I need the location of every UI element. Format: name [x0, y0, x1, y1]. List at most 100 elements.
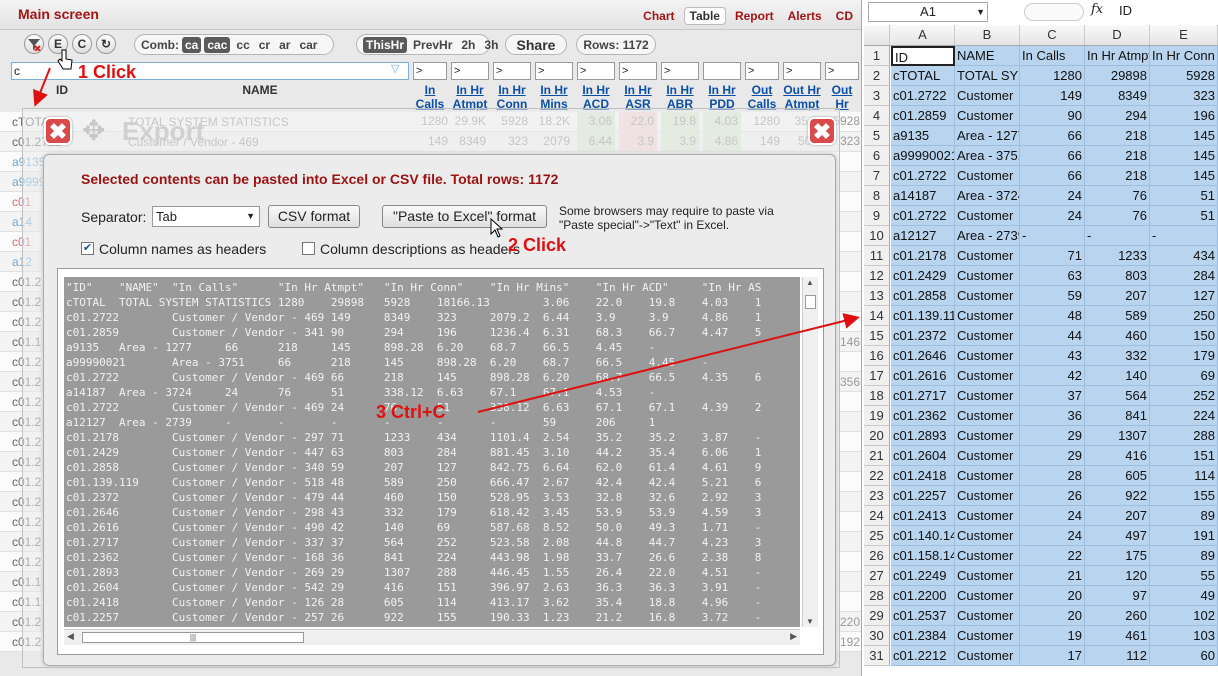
coldesc-checkbox[interactable]: [302, 242, 315, 255]
excel-cell[interactable]: c01.2178: [891, 246, 955, 266]
excel-cell[interactable]: 207: [1085, 506, 1150, 526]
excel-cell[interactable]: In Calls: [1020, 46, 1085, 66]
excel-cell[interactable]: 175: [1085, 546, 1150, 566]
excel-cell[interactable]: 66: [1020, 146, 1085, 166]
excel-cell[interactable]: 22: [1020, 546, 1085, 566]
scroll-right-icon[interactable]: ▶: [790, 631, 797, 642]
nav-cd[interactable]: CD: [831, 8, 858, 24]
excel-column-header[interactable]: A: [891, 25, 955, 45]
excel-cell[interactable]: c01.2429: [891, 266, 955, 286]
excel-row-number[interactable]: 11: [864, 246, 890, 266]
filter-op-out-calls[interactable]: >: [745, 62, 779, 80]
filter-op-in-hr-pdd[interactable]: [703, 62, 741, 80]
excel-row-number[interactable]: 17: [864, 366, 890, 386]
excel-cell[interactable]: Customer: [955, 506, 1020, 526]
excel-cell[interactable]: 89: [1150, 506, 1218, 526]
col-header-name[interactable]: NAME: [200, 83, 320, 97]
function-icon[interactable]: fx: [1091, 2, 1103, 17]
excel-cell[interactable]: 29: [1020, 426, 1085, 446]
excel-cell[interactable]: Customer: [955, 626, 1020, 646]
excel-cell[interactable]: 51: [1150, 186, 1218, 206]
excel-row-number[interactable]: 29: [864, 606, 890, 626]
excel-cell[interactable]: 24: [1020, 506, 1085, 526]
excel-cell[interactable]: 63: [1020, 266, 1085, 286]
excel-row-number[interactable]: 20: [864, 426, 890, 446]
excel-cell[interactable]: Area - 2739: [955, 226, 1020, 246]
excel-cell[interactable]: 20: [1020, 586, 1085, 606]
excel-cell[interactable]: In Hr Conn: [1150, 46, 1218, 66]
excel-cell[interactable]: 1233: [1085, 246, 1150, 266]
col-header-metric[interactable]: In Hr ABR: [661, 83, 699, 111]
excel-cell[interactable]: 29898: [1085, 66, 1150, 86]
excel-cell[interactable]: 48: [1020, 306, 1085, 326]
excel-cell[interactable]: Customer: [955, 526, 1020, 546]
excel-cell[interactable]: Customer: [955, 386, 1020, 406]
excel-cell[interactable]: c01.2372: [891, 326, 955, 346]
excel-row-number[interactable]: 10: [864, 226, 890, 246]
excel-cell[interactable]: c01.2722: [891, 166, 955, 186]
excel-cell[interactable]: 89: [1150, 546, 1218, 566]
col-header-metric[interactable]: In Hr ASR: [619, 83, 657, 111]
excel-cell[interactable]: Customer: [955, 466, 1020, 486]
comb-chip-cr[interactable]: cr: [256, 37, 273, 53]
export-textarea[interactable]: "ID" "NAME" "In Calls" "In Hr Atmpt" "In…: [64, 277, 800, 627]
excel-cell[interactable]: 434: [1150, 246, 1218, 266]
excel-cell[interactable]: ID: [891, 46, 955, 66]
excel-row-number[interactable]: 3: [864, 86, 890, 106]
excel-cell[interactable]: 803: [1085, 266, 1150, 286]
excel-row-number[interactable]: 16: [864, 346, 890, 366]
excel-cell[interactable]: Area - 3751: [955, 146, 1020, 166]
excel-row-number[interactable]: 7: [864, 166, 890, 186]
excel-cell[interactable]: a14187: [891, 186, 955, 206]
excel-row-number[interactable]: 9: [864, 206, 890, 226]
excel-cell[interactable]: Customer: [955, 446, 1020, 466]
excel-cell[interactable]: 332: [1085, 346, 1150, 366]
excel-row-number[interactable]: 27: [864, 566, 890, 586]
excel-cell[interactable]: c01.2249: [891, 566, 955, 586]
excel-cell[interactable]: 5928: [1150, 66, 1218, 86]
excel-cell[interactable]: 288: [1150, 426, 1218, 446]
excel-cell[interactable]: 191: [1150, 526, 1218, 546]
excel-row-number[interactable]: 4: [864, 106, 890, 126]
col-header-metric[interactable]: In Hr Mins: [535, 83, 573, 111]
excel-cell[interactable]: 103: [1150, 626, 1218, 646]
excel-cell[interactable]: NAME: [955, 46, 1020, 66]
excel-cell[interactable]: Customer: [955, 366, 1020, 386]
excel-cell[interactable]: 145: [1150, 146, 1218, 166]
excel-row-number[interactable]: 13: [864, 286, 890, 306]
excel-cell[interactable]: 51: [1150, 206, 1218, 226]
excel-cell[interactable]: c01.140.14: [891, 526, 955, 546]
excel-cell[interactable]: 140: [1085, 366, 1150, 386]
comb-chip-ar[interactable]: ar: [276, 37, 293, 53]
excel-cell[interactable]: Customer: [955, 546, 1020, 566]
col-header-metric[interactable]: Out Hr Atmpt: [783, 83, 821, 111]
excel-cell[interactable]: 49: [1150, 586, 1218, 606]
excel-cell[interactable]: 28: [1020, 466, 1085, 486]
share-button[interactable]: Share: [505, 34, 567, 55]
comb-chip-cc[interactable]: cc: [233, 37, 252, 53]
close-export-button[interactable]: ✖: [44, 117, 72, 145]
excel-row-number[interactable]: 30: [864, 626, 890, 646]
excel-cell[interactable]: c01.139.119: [891, 306, 955, 326]
filter-op-in-hr-acd[interactable]: >: [577, 62, 615, 80]
excel-row-number[interactable]: 15: [864, 326, 890, 346]
excel-cell[interactable]: c01.2212: [891, 646, 955, 666]
filter-op-in-hr-atmpt[interactable]: >: [451, 62, 489, 80]
excel-cell[interactable]: Customer: [955, 326, 1020, 346]
excel-row-number[interactable]: 23: [864, 486, 890, 506]
col-header-metric[interactable]: Out Calls: [745, 83, 779, 111]
excel-cell[interactable]: Customer: [955, 406, 1020, 426]
excel-cell[interactable]: 461: [1085, 626, 1150, 646]
excel-cell[interactable]: 323: [1150, 86, 1218, 106]
close-export-button-right[interactable]: ✖: [808, 117, 836, 145]
excel-cell[interactable]: 36: [1020, 406, 1085, 426]
excel-cell[interactable]: 149: [1020, 86, 1085, 106]
excel-cell[interactable]: 17: [1020, 646, 1085, 666]
excel-cell[interactable]: Customer: [955, 286, 1020, 306]
excel-row-number[interactable]: 12: [864, 266, 890, 286]
col-header-metric[interactable]: In Hr ACD: [577, 83, 615, 111]
excel-cell[interactable]: 922: [1085, 486, 1150, 506]
excel-cell[interactable]: a12127: [891, 226, 955, 246]
excel-cell[interactable]: 66: [1020, 126, 1085, 146]
excel-cell[interactable]: TOTAL SYSTEM: [955, 66, 1020, 86]
